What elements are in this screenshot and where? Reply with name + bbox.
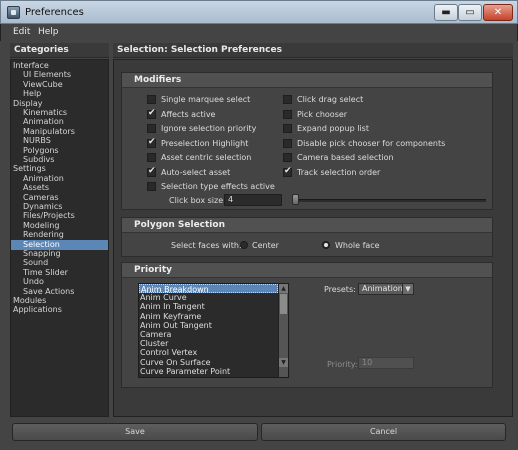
priority-list-item[interactable]: Anim Keyframe	[139, 312, 278, 321]
window-title: Preferences	[25, 7, 84, 18]
checkbox[interactable]	[147, 95, 156, 104]
presets-dropdown[interactable]: Animation ▼	[358, 283, 414, 295]
radio-center[interactable]	[240, 241, 248, 249]
checkbox[interactable]	[283, 153, 292, 162]
priority-list-item[interactable]: Camera	[139, 330, 278, 339]
slider-handle[interactable]	[292, 194, 299, 205]
categories-list: Interface UI Elements ViewCube Help Display K…	[10, 59, 109, 417]
minimize-button[interactable]: ▬	[434, 4, 458, 21]
priority-list-item[interactable]: Control Vertex	[139, 348, 278, 357]
modifiers-title[interactable]: Modifiers	[122, 73, 492, 88]
checkbox[interactable]	[283, 95, 292, 104]
menu-bar: Edit Help	[0, 24, 518, 41]
radio-center-label: Center	[252, 241, 279, 250]
priority-list-item[interactable]: Anim Out Tangent	[139, 321, 278, 330]
checkbox-label: Track selection order	[297, 167, 381, 177]
checkbox-row[interactable]: Disable pick chooser for components	[283, 138, 445, 149]
checkbox-row[interactable]: Camera based selection	[283, 152, 394, 163]
cancel-button[interactable]: Cancel	[261, 423, 506, 441]
checkbox-row[interactable]: Pick chooser	[283, 109, 347, 120]
checkbox[interactable]	[283, 166, 292, 177]
scroll-thumb[interactable]	[280, 294, 287, 314]
checkbox-row[interactable]: Asset centric selection	[147, 152, 251, 163]
click-box-size-label: Click box size:	[169, 196, 226, 205]
checkbox-row[interactable]: Expand popup list	[283, 123, 369, 134]
checkbox-label: Selection type effects active	[161, 182, 275, 191]
checkbox[interactable]	[147, 124, 156, 133]
priority-list-item[interactable]: Anim Breakdown	[139, 284, 278, 294]
app-icon	[7, 6, 20, 19]
menu-edit[interactable]: Edit	[13, 27, 30, 37]
category-item[interactable]: Applications	[11, 305, 108, 315]
checkbox-label: Preselection Highlight	[161, 138, 249, 148]
checkbox[interactable]	[147, 108, 156, 119]
scroll-up-icon[interactable]: ▲	[279, 284, 288, 293]
checkbox[interactable]	[147, 153, 156, 162]
maximize-button[interactable]: ▭	[458, 4, 482, 21]
priority-list-item[interactable]: Curve On Surface	[139, 358, 278, 367]
radio-whole-face-label: Whole face	[335, 241, 380, 250]
checkbox-label: Pick chooser	[297, 109, 348, 119]
checkbox[interactable]	[283, 124, 292, 133]
priority-list-item[interactable]: Anim In Tangent	[139, 302, 278, 311]
radio-whole-face[interactable]	[322, 241, 330, 249]
checkbox-label: Affects active	[161, 109, 216, 119]
checkbox-label: Camera based selection	[297, 153, 394, 162]
checkbox[interactable]	[147, 182, 156, 191]
polygon-selection-title[interactable]: Polygon Selection	[122, 218, 492, 233]
polygon-selection-frame: Polygon Selection	[121, 217, 493, 257]
checkbox[interactable]	[147, 166, 156, 177]
priority-list[interactable]: Anim Breakdown Anim Curve Anim In Tangent A…	[138, 283, 289, 378]
checkbox-row[interactable]: Preselection Highlight	[147, 137, 249, 149]
checkbox-label: Auto-select asset	[161, 167, 231, 177]
checkbox-label: Expand popup list	[297, 124, 369, 133]
checkbox[interactable]	[283, 109, 292, 119]
checkbox-row[interactable]: Single marquee select	[147, 94, 250, 105]
checkbox-label: Ignore selection priority	[161, 124, 257, 133]
click-box-size-field[interactable]: 4	[224, 194, 282, 206]
checkbox-row[interactable]: Auto-select asset	[147, 166, 231, 178]
checkbox-row[interactable]: Track selection order	[283, 166, 381, 178]
priority-list-item[interactable]: Cluster	[139, 339, 278, 348]
priority-title[interactable]: Priority	[122, 263, 492, 278]
presets-label: Presets:	[324, 285, 356, 294]
menu-help[interactable]: Help	[38, 27, 59, 37]
select-faces-label: Select faces with:	[171, 241, 242, 250]
close-button[interactable]: ✕	[483, 4, 513, 21]
checkbox-row[interactable]: Ignore selection priority	[147, 123, 256, 134]
save-button[interactable]: Save	[12, 423, 258, 441]
title-bar: Preferences ▬ ▭ ✕	[0, 0, 518, 24]
checkbox-label: Single marquee select	[161, 95, 251, 104]
checkbox-label: Asset centric selection	[161, 153, 252, 162]
priority-list-item[interactable]: Curve Parameter Point	[139, 367, 278, 376]
priority-list-item[interactable]: Anim Curve	[139, 293, 278, 302]
checkbox-label: Click drag select	[297, 95, 364, 104]
priority-label: Priority:	[327, 360, 358, 369]
checkbox-row[interactable]: Selection type effects active	[147, 181, 275, 192]
section-title: Selection: Selection Preferences	[113, 43, 513, 58]
click-box-size-slider[interactable]	[292, 199, 486, 202]
categories-header: Categories	[10, 43, 109, 58]
chevron-down-icon: ▼	[402, 284, 413, 294]
scroll-down-icon[interactable]: ▼	[279, 358, 288, 367]
checkbox[interactable]	[283, 138, 292, 148]
checkbox[interactable]	[147, 137, 156, 148]
checkbox-row[interactable]: Click drag select	[283, 94, 363, 105]
presets-value: Animation	[362, 284, 403, 293]
priority-field: 10	[358, 357, 414, 369]
priority-list-scrollbar[interactable]: ▲ ▼	[278, 284, 288, 377]
checkbox-label: Disable pick chooser for components	[297, 138, 446, 148]
checkbox-row[interactable]: Affects active	[147, 108, 216, 120]
